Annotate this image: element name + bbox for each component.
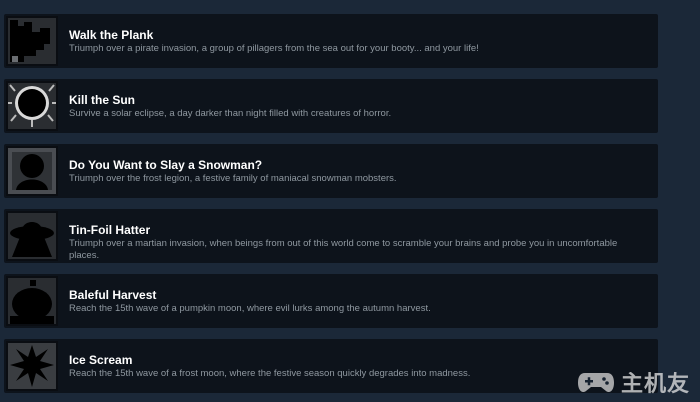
achievement-row[interactable]: Kill the Sun Survive a solar eclipse, a … — [4, 79, 658, 133]
achievement-row[interactable]: Tin-Foil Hatter Triumph over a martian i… — [4, 209, 658, 263]
ufo-icon — [6, 211, 58, 261]
achievement-title: Kill the Sun — [69, 93, 135, 107]
eclipse-icon — [6, 81, 58, 131]
achievement-row[interactable]: Walk the Plank Triumph over a pirate inv… — [4, 14, 658, 68]
achievement-list: Walk the Plank Triumph over a pirate inv… — [0, 0, 700, 402]
pirate-ship-icon — [6, 16, 58, 66]
achievement-row[interactable]: Do You Want to Slay a Snowman? Triumph o… — [4, 144, 658, 198]
achievement-description: Triumph over a martian invasion, when be… — [69, 238, 618, 261]
achievement-description: Triumph over the frost legion, a festive… — [69, 173, 397, 184]
achievement-title: Do You Want to Slay a Snowman? — [69, 158, 263, 172]
snowman-icon — [6, 146, 58, 196]
achievement-description: Survive a solar eclipse, a day darker th… — [69, 108, 392, 119]
achievement-row[interactable]: Baleful Harvest Reach the 15th wave of a… — [4, 274, 658, 328]
gamepad-logo-icon — [577, 373, 614, 393]
achievement-description: Triumph over a pirate invasion, a group … — [69, 43, 479, 54]
achievement-description: Reach the 15th wave of a pumpkin moon, w… — [69, 303, 431, 314]
watermark-text: 主机友 — [620, 372, 690, 397]
achievement-title: Tin-Foil Hatter — [69, 223, 151, 237]
achievement-row[interactable]: Ice Scream Reach the 15th wave of a fros… — [4, 339, 658, 393]
top-divider — [0, 0, 700, 6]
achievement-title: Walk the Plank — [69, 28, 154, 42]
achievement-description: Reach the 15th wave of a frost moon, whe… — [69, 368, 471, 379]
snowflake-icon — [6, 341, 58, 391]
site-watermark: 主机友 — [577, 366, 690, 398]
achievement-title: Baleful Harvest — [69, 288, 157, 302]
achievement-title: Ice Scream — [69, 353, 133, 367]
pumpkin-icon — [6, 276, 58, 326]
